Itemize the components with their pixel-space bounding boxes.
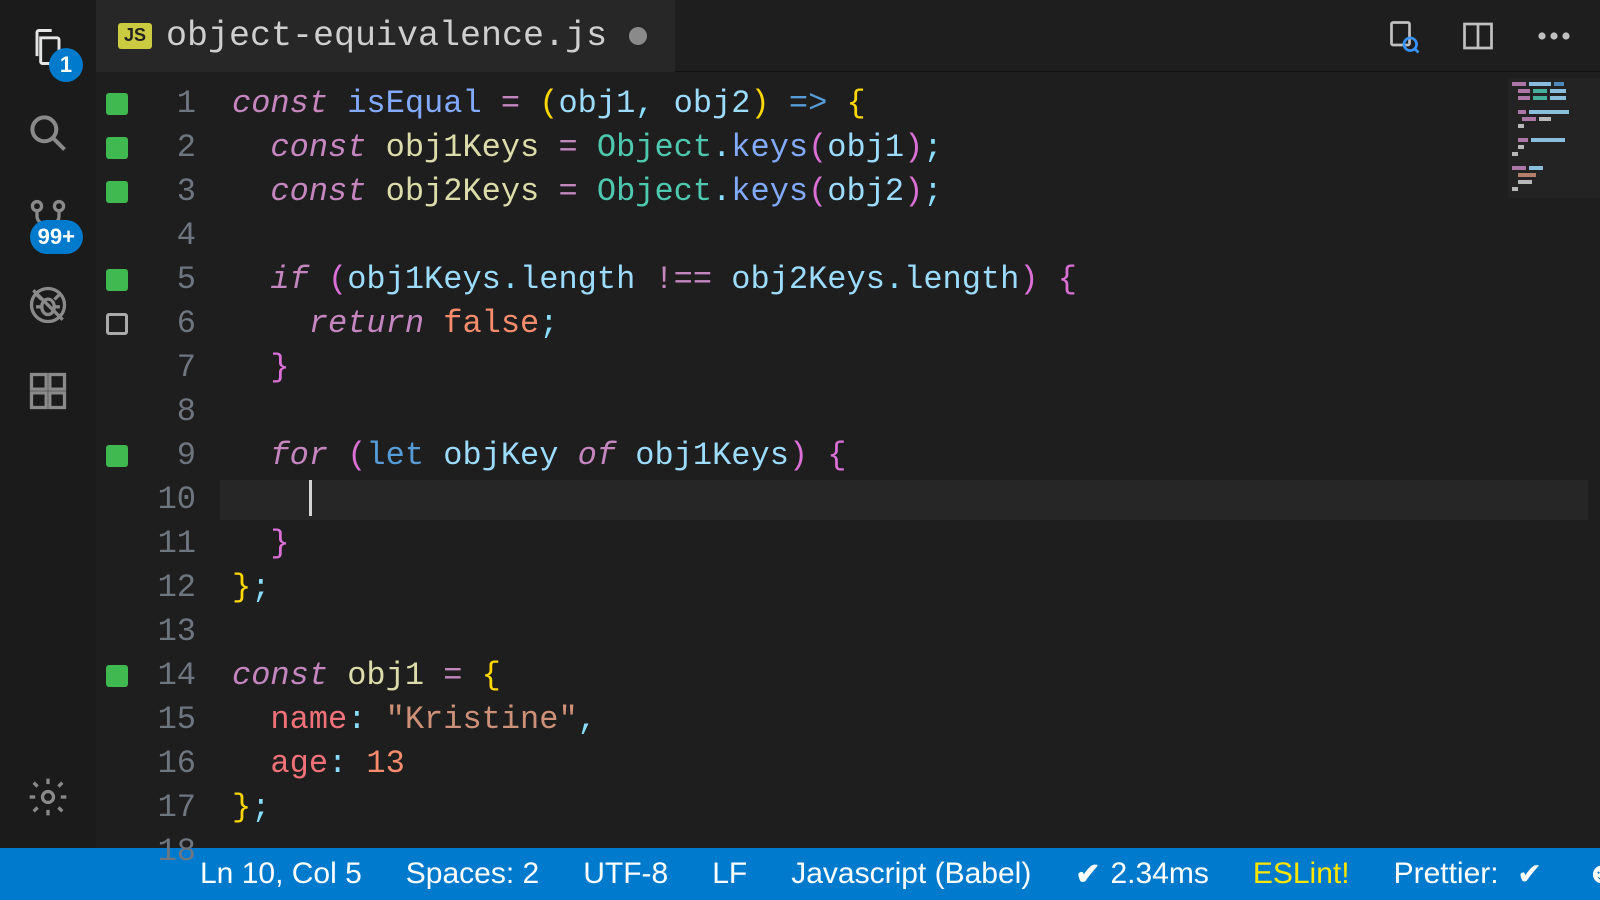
line-numbers-gutter: 123456789101112131415161718 (138, 72, 220, 848)
code-line[interactable]: }; (232, 566, 1600, 610)
status-eol[interactable]: LF (712, 857, 747, 891)
editor[interactable]: 123456789101112131415161718 const isEqua… (96, 72, 1600, 848)
tab-active[interactable]: JS object-equivalence.js (96, 0, 675, 72)
status-indent[interactable]: Spaces: 2 (406, 857, 539, 891)
activity-bar: 1 99+ (0, 0, 96, 848)
code-line[interactable]: const isEqual = (obj1, obj2) => { (232, 82, 1600, 126)
code-line[interactable] (232, 214, 1600, 258)
code-line[interactable] (232, 478, 1600, 522)
tab-filename: object-equivalence.js (166, 16, 607, 56)
code-line[interactable]: } (232, 522, 1600, 566)
status-bar: Ln 10, Col 5 Spaces: 2 UTF-8 LF Javascri… (0, 848, 1600, 900)
tab-bar: JS object-equivalence.js (96, 0, 1600, 72)
code-line[interactable]: const obj1Keys = Object.keys(obj1); (232, 126, 1600, 170)
code-line[interactable]: }; (232, 786, 1600, 830)
status-prettier-label: Prettier: (1394, 857, 1499, 891)
minimap[interactable] (1508, 78, 1600, 198)
code-line[interactable] (232, 610, 1600, 654)
code-line[interactable]: } (232, 346, 1600, 390)
js-file-icon: JS (118, 23, 152, 49)
gutter-markers (96, 72, 138, 848)
status-eslint[interactable]: ESLint! (1253, 857, 1350, 891)
open-changes-icon[interactable] (1382, 16, 1422, 56)
split-editor-icon[interactable] (1458, 16, 1498, 56)
code-line[interactable]: name: "Kristine", (232, 698, 1600, 742)
activity-search[interactable] (19, 104, 77, 162)
activity-settings[interactable] (19, 768, 77, 826)
more-actions-icon[interactable] (1534, 16, 1574, 56)
status-language[interactable]: Javascript (Babel) (791, 857, 1031, 891)
status-encoding[interactable]: UTF-8 (583, 857, 668, 891)
activity-extensions[interactable] (19, 362, 77, 420)
code-line[interactable]: const obj1 = { (232, 654, 1600, 698)
status-perf[interactable]: 2.34ms (1075, 857, 1209, 892)
code-line[interactable]: age: 13 (232, 742, 1600, 786)
code-line[interactable]: if (obj1Keys.length !== obj2Keys.length)… (232, 258, 1600, 302)
activity-explorer[interactable]: 1 (19, 18, 77, 76)
scm-badge: 99+ (30, 220, 83, 254)
explorer-badge: 1 (49, 48, 83, 82)
status-prettier[interactable]: Prettier: ✔ (1394, 857, 1543, 892)
editor-group: JS object-equivalence.js (96, 0, 1600, 848)
activity-debug[interactable] (19, 276, 77, 334)
status-feedback-icon[interactable]: ☻ (1586, 857, 1600, 891)
code-line[interactable]: const obj2Keys = Object.keys(obj2); (232, 170, 1600, 214)
code-line[interactable]: for (let objKey of obj1Keys) { (232, 434, 1600, 478)
activity-source-control[interactable]: 99+ (19, 190, 77, 248)
dirty-indicator-icon (629, 27, 647, 45)
code-line[interactable] (232, 390, 1600, 434)
code-area[interactable]: const isEqual = (obj1, obj2) => { const … (220, 72, 1600, 848)
code-line[interactable] (232, 830, 1600, 848)
code-line[interactable]: return false; (232, 302, 1600, 346)
status-position[interactable]: Ln 10, Col 5 (200, 857, 362, 891)
